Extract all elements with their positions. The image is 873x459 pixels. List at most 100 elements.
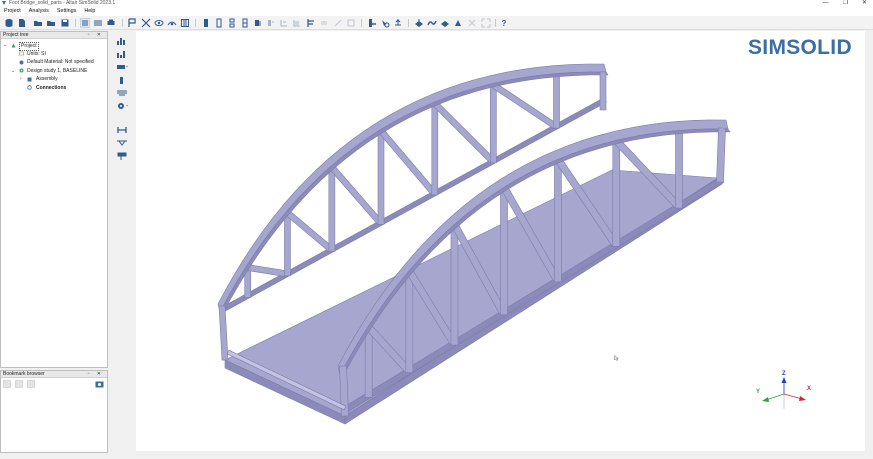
menu-help[interactable]: Help bbox=[80, 7, 99, 16]
window-title: Foot Bridge_solid_parts - Altair SimSoli… bbox=[9, 0, 116, 6]
edit-bookmark-icon[interactable] bbox=[15, 380, 23, 388]
back-vertical bbox=[284, 209, 291, 277]
deform-icon[interactable] bbox=[427, 18, 437, 28]
tree-item-units[interactable]: Units: SI bbox=[1, 50, 107, 59]
align-left-icon[interactable] bbox=[201, 18, 211, 28]
back-end-post-right bbox=[599, 71, 607, 111]
tree-item-label: Design study 1, BASELINE bbox=[27, 67, 88, 74]
measure-icon[interactable] bbox=[367, 18, 377, 28]
load-icon[interactable] bbox=[414, 18, 424, 28]
mouse-cursor-icon bbox=[614, 355, 619, 361]
show-icon[interactable] bbox=[154, 18, 164, 28]
print-icon[interactable] bbox=[106, 18, 116, 28]
bookmark-browser-header-buttons[interactable]: ▫ ✕ bbox=[88, 371, 104, 378]
front-end-post-right bbox=[716, 127, 726, 183]
open-icon[interactable] bbox=[46, 18, 56, 28]
material-icon bbox=[19, 60, 24, 64]
move-icon[interactable] bbox=[253, 18, 263, 28]
gear-icon[interactable] bbox=[116, 101, 128, 111]
bolt-icon[interactable] bbox=[116, 62, 128, 72]
design-study-icon bbox=[19, 68, 24, 73]
edit-disabled-icon[interactable] bbox=[333, 18, 343, 28]
minimize-button[interactable]: — bbox=[823, 0, 829, 6]
z-axis-label: Z bbox=[782, 371, 786, 377]
add-bookmark-icon[interactable] bbox=[3, 380, 11, 388]
y-axis-arrow bbox=[762, 397, 769, 402]
expander-icon[interactable]: › bbox=[20, 75, 22, 84]
chart-icon-2[interactable] bbox=[116, 49, 128, 59]
section-icon[interactable] bbox=[393, 18, 403, 28]
bookmark-browser-title: Bookmark browser bbox=[3, 371, 45, 377]
menu-analysis[interactable]: Analysis bbox=[25, 7, 53, 16]
disabled-icon-3[interactable] bbox=[319, 18, 329, 28]
new-project-icon[interactable] bbox=[17, 18, 27, 28]
back-diagonal bbox=[247, 264, 288, 278]
disabled-icon[interactable] bbox=[292, 18, 302, 28]
front-vertical bbox=[450, 222, 459, 346]
menu-settings[interactable]: Settings bbox=[53, 7, 80, 16]
tree-item-label: Assembly bbox=[36, 76, 58, 82]
tree-item-connections[interactable]: Connections bbox=[1, 84, 107, 93]
help-icon[interactable]: ? bbox=[499, 18, 509, 28]
clip-icon[interactable] bbox=[180, 18, 190, 28]
align-icon[interactable] bbox=[116, 88, 128, 98]
contour-icon[interactable] bbox=[453, 18, 463, 28]
tree-item-default-material[interactable]: Default Material: Not specified bbox=[1, 58, 107, 67]
fixture-icon[interactable] bbox=[116, 151, 128, 161]
align-right-icon[interactable] bbox=[227, 18, 237, 28]
units-icon bbox=[19, 51, 24, 56]
front-vertical bbox=[612, 137, 621, 247]
tree-item-assembly[interactable]: › Assembly bbox=[1, 75, 107, 84]
project-icon bbox=[11, 43, 16, 47]
back-diagonal bbox=[286, 211, 334, 252]
result-icon[interactable] bbox=[440, 18, 450, 28]
align-bottom-icon[interactable] bbox=[240, 18, 250, 28]
app-icon bbox=[2, 1, 6, 5]
y-axis-label: Y bbox=[756, 389, 761, 395]
zoom-disabled-icon[interactable] bbox=[481, 18, 491, 28]
hide-icon[interactable] bbox=[141, 18, 151, 28]
back-vertical bbox=[328, 164, 336, 252]
camera-icon[interactable] bbox=[95, 380, 104, 388]
expander-icon[interactable]: ⌄ bbox=[3, 41, 7, 50]
probe-icon[interactable] bbox=[380, 18, 390, 28]
rotate-icon[interactable] bbox=[279, 18, 289, 28]
spring-icon[interactable] bbox=[116, 138, 128, 148]
menu-project[interactable]: Project bbox=[0, 7, 25, 16]
front-vertical bbox=[554, 156, 562, 283]
list-view-icon[interactable] bbox=[80, 18, 90, 28]
disabled-icon-2[interactable] bbox=[306, 18, 316, 28]
back-vertical bbox=[431, 100, 439, 196]
menu-bar: Project Analysis Settings Help bbox=[0, 7, 873, 16]
y-axis-line bbox=[765, 393, 785, 401]
project-tree-header: Project tree ▫ ✕ bbox=[1, 32, 107, 39]
tree-item-label: Units: SI bbox=[27, 50, 46, 57]
back-vertical bbox=[490, 81, 497, 164]
tree-item-project[interactable]: ⌄ Project bbox=[1, 41, 107, 51]
x-axis-arrow bbox=[799, 396, 806, 401]
back-vertical bbox=[377, 127, 385, 225]
group-disabled-icon[interactable] bbox=[346, 18, 356, 28]
delete-bookmark-icon[interactable] bbox=[27, 380, 35, 388]
beam-icon[interactable] bbox=[116, 125, 128, 135]
select-icon[interactable] bbox=[127, 18, 137, 28]
expander-icon[interactable]: ⌄ bbox=[11, 67, 15, 76]
back-diagonal bbox=[492, 82, 558, 130]
support-icon[interactable] bbox=[116, 75, 128, 85]
view-icon[interactable] bbox=[167, 18, 177, 28]
back-diagonal bbox=[433, 101, 495, 164]
tree-item-design-study[interactable]: ⌄ Design study 1, BASELINE bbox=[1, 67, 107, 76]
chart-icon[interactable] bbox=[116, 36, 128, 46]
distribute-icon[interactable] bbox=[266, 18, 276, 28]
maximize-button[interactable]: ❐ bbox=[843, 0, 848, 6]
database-icon[interactable] bbox=[4, 18, 14, 28]
open-folder-icon[interactable] bbox=[33, 18, 43, 28]
align-center-icon[interactable] bbox=[214, 18, 224, 28]
fit-disabled-icon[interactable] bbox=[467, 18, 477, 28]
save-icon[interactable] bbox=[60, 18, 70, 28]
close-button[interactable]: ✕ bbox=[862, 0, 867, 6]
viewport-right-edge bbox=[865, 31, 873, 451]
title-bar: Foot Bridge_solid_parts - Altair SimSoli… bbox=[0, 0, 873, 7]
project-tree-header-buttons[interactable]: ▫ ✕ bbox=[88, 32, 104, 39]
table-view-icon[interactable] bbox=[93, 18, 103, 28]
